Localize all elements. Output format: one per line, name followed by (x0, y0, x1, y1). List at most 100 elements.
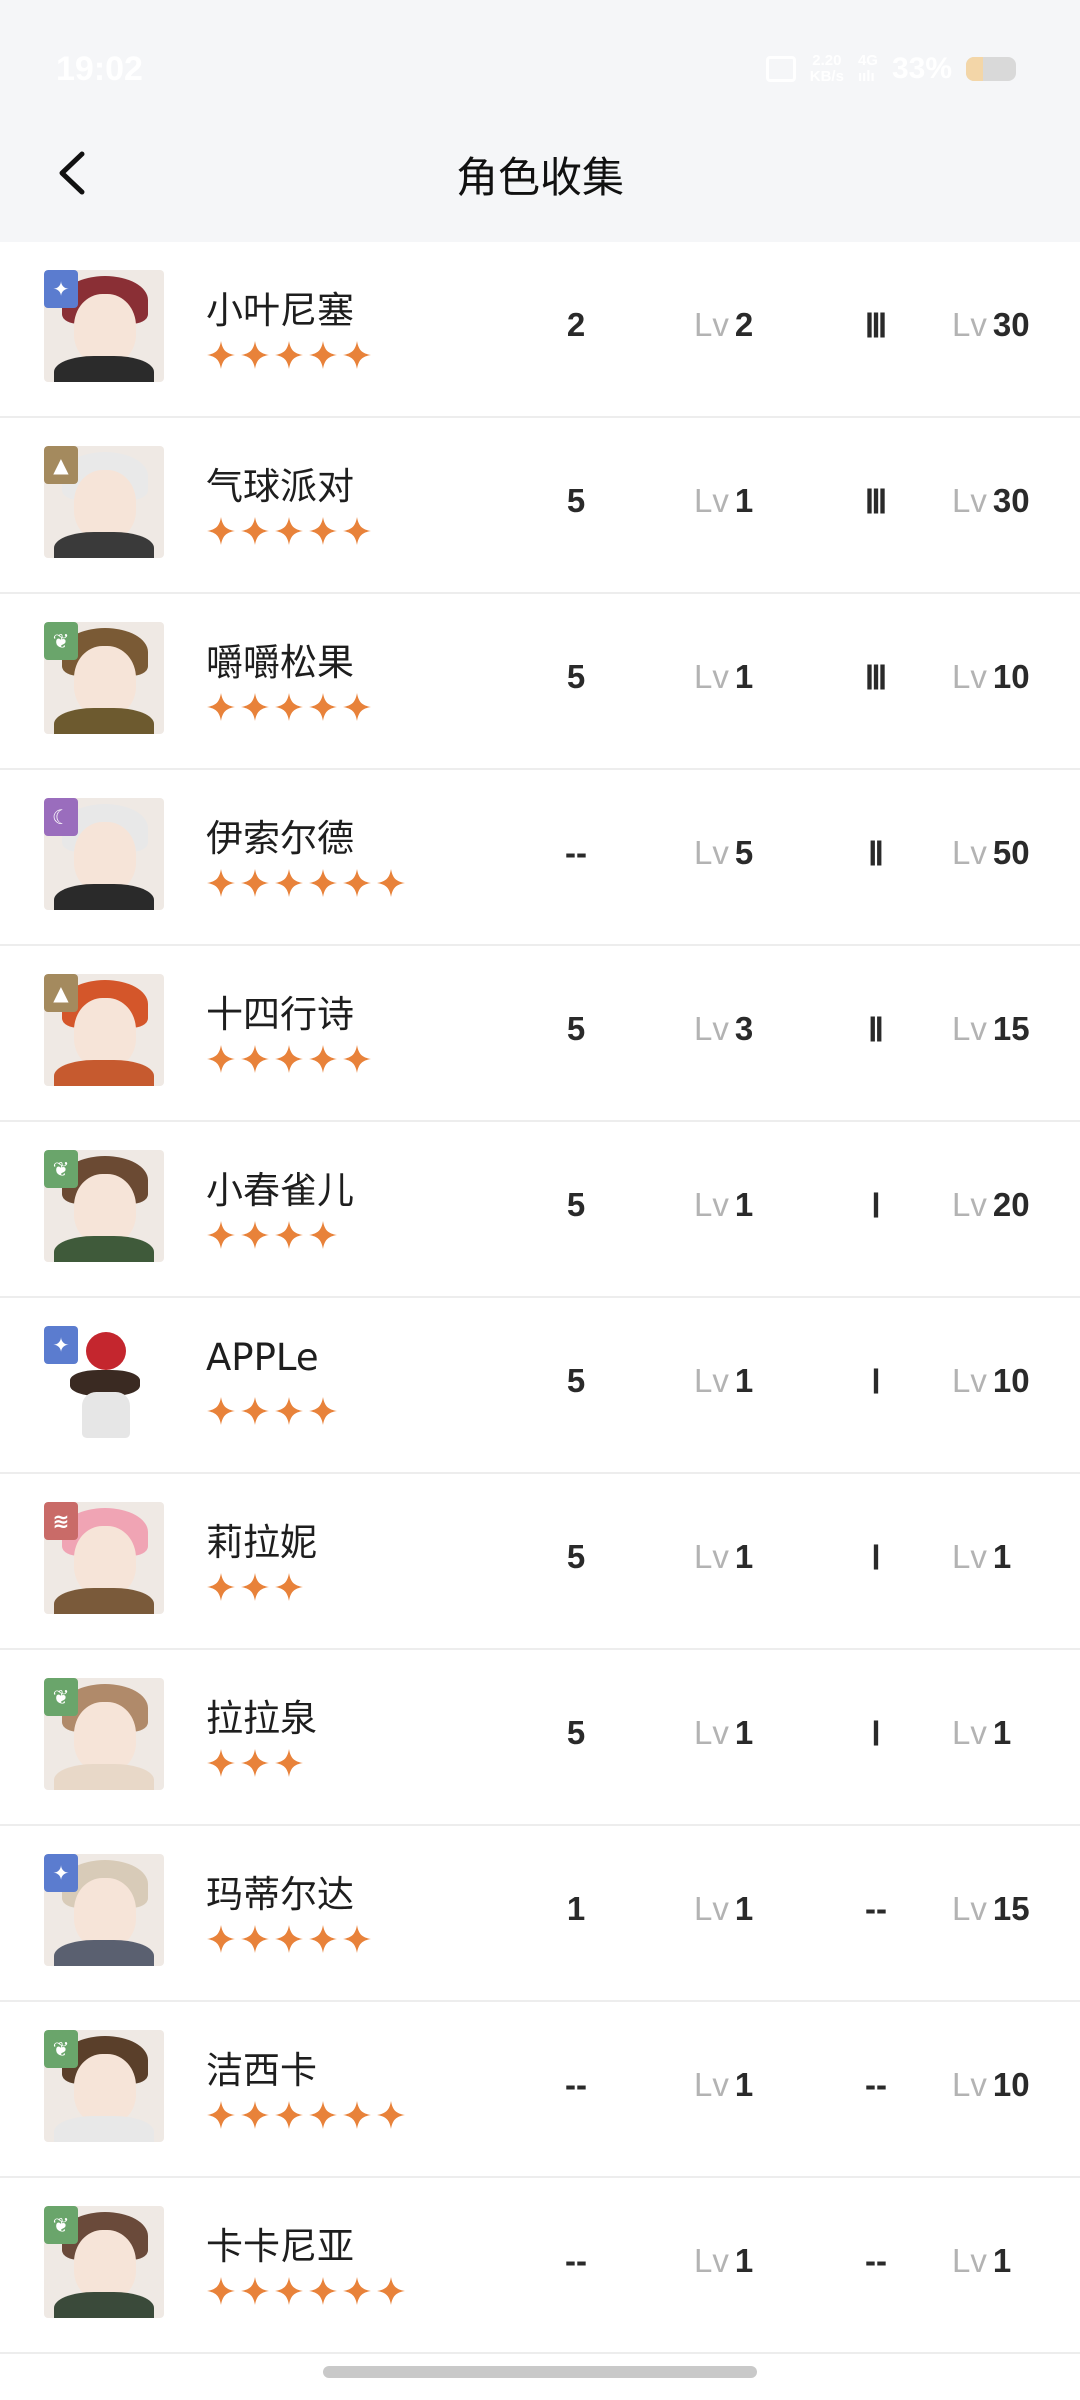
character-name: APPLe (206, 1336, 319, 1379)
outfit (54, 884, 154, 910)
character-row[interactable]: ▲ 十四行诗 5 Lv 3 Ⅱ Lv 15 (0, 946, 1080, 1122)
count-value: 5 (566, 1538, 586, 1575)
face (74, 822, 136, 892)
face (74, 1526, 136, 1596)
avatar[interactable]: ❦ (44, 2030, 164, 2142)
lv-prefix: Lv (952, 306, 987, 343)
avatar[interactable]: ❦ (44, 1678, 164, 1790)
level-1-value: 2 (734, 306, 754, 343)
rank-value: Ⅰ (871, 1187, 881, 1224)
avatar[interactable]: ❦ (44, 2206, 164, 2318)
character-row[interactable]: ✦ 小叶尼塞 2 Lv 2 Ⅲ Lv 30 (0, 242, 1080, 418)
rarity-stars (206, 1396, 338, 1426)
rarity-star-icon (240, 868, 270, 898)
star-element-icon: ✦ (44, 1326, 78, 1364)
rank-value: Ⅱ (867, 835, 885, 872)
rarity-star-icon (308, 1396, 338, 1426)
level-2-value: 15 (992, 1890, 1030, 1927)
lv-prefix: Lv (694, 1186, 729, 1223)
level-1-value: 1 (734, 2066, 754, 2103)
level-2: Lv 1 (952, 1538, 1011, 1576)
character-row[interactable]: ❦ 小春雀儿 5 Lv 1 Ⅰ Lv 20 (0, 1122, 1080, 1298)
level-2-value: 10 (992, 658, 1030, 695)
signal-label: 4G (857, 52, 878, 69)
rarity-star-icon (274, 1044, 304, 1074)
character-row[interactable]: ❦ 卡卡尼亚 -- Lv 1 -- Lv 1 (0, 2178, 1080, 2354)
rarity-star-icon (274, 1748, 304, 1778)
nav-bar: 角色收集 (0, 128, 1080, 218)
avatar[interactable]: ✦ (44, 1854, 164, 1966)
rarity-star-icon (308, 1220, 338, 1250)
level-1: Lv 1 (694, 482, 753, 520)
count-value: 5 (566, 1010, 586, 1047)
level-1: Lv 1 (694, 1890, 753, 1928)
lv-prefix: Lv (694, 834, 729, 871)
avatar[interactable]: ✦ (44, 270, 164, 382)
rarity-star-icon (206, 1396, 236, 1426)
character-name: 小叶尼塞 (206, 289, 354, 332)
rarity-star-icon (206, 1924, 236, 1954)
rarity-star-icon (274, 868, 304, 898)
count-value: -- (565, 834, 587, 871)
outfit (54, 708, 154, 734)
level-1: Lv 1 (694, 1362, 753, 1400)
rarity-star-icon (342, 1924, 372, 1954)
rarity-star-icon (240, 1396, 270, 1426)
character-row[interactable]: ▲ 气球派对 5 Lv 1 Ⅲ Lv 30 (0, 418, 1080, 594)
rarity-star-icon (240, 2276, 270, 2306)
avatar[interactable]: ☾ (44, 798, 164, 910)
avatar[interactable]: ✦ (44, 1326, 164, 1438)
rarity-star-icon (240, 1924, 270, 1954)
rank-value: -- (865, 2242, 887, 2279)
level-1-value: 1 (734, 482, 754, 519)
count-value: 5 (566, 658, 586, 695)
home-indicator[interactable] (323, 2366, 757, 2378)
rarity-stars (206, 340, 372, 370)
rarity-star-icon (206, 1220, 236, 1250)
avatar[interactable]: ▲ (44, 974, 164, 1086)
character-name: 嚼嚼松果 (206, 641, 354, 684)
avatar[interactable]: ❦ (44, 622, 164, 734)
level-2: Lv 1 (952, 2242, 1011, 2280)
rarity-star-icon (308, 868, 338, 898)
level-1: Lv 1 (694, 1714, 753, 1752)
rarity-stars (206, 2276, 406, 2306)
lv-prefix: Lv (694, 306, 729, 343)
net-speed-value: 2.20 (812, 52, 842, 69)
level-1-value: 1 (734, 1186, 754, 1223)
avatar[interactable]: ❦ (44, 1150, 164, 1262)
rarity-star-icon (342, 2100, 372, 2130)
level-2: Lv 30 (952, 482, 1030, 520)
character-row[interactable]: ☾ 伊索尔德 -- Lv 5 Ⅱ Lv 50 (0, 770, 1080, 946)
face (74, 2054, 136, 2124)
rarity-stars (206, 1220, 338, 1250)
rank-value: Ⅰ (871, 1715, 881, 1752)
level-1-value: 1 (734, 1538, 754, 1575)
character-row[interactable]: ✦ 玛蒂尔达 1 Lv 1 -- Lv 15 (0, 1826, 1080, 2002)
plant-element-icon: ❦ (44, 2030, 78, 2068)
level-2-value: 1 (992, 1714, 1012, 1751)
face (74, 470, 136, 540)
level-1: Lv 1 (694, 1538, 753, 1576)
rock-element-icon: ▲ (44, 974, 78, 1012)
avatar[interactable]: ≋ (44, 1502, 164, 1614)
lv-prefix: Lv (952, 1186, 987, 1223)
level-2: Lv 20 (952, 1186, 1030, 1224)
rarity-star-icon (342, 868, 372, 898)
level-1: Lv 5 (694, 834, 753, 872)
character-row[interactable]: ❦ 嚼嚼松果 5 Lv 1 Ⅲ Lv 10 (0, 594, 1080, 770)
rarity-star-icon (240, 1572, 270, 1602)
character-row[interactable]: ❦ 拉拉泉 5 Lv 1 Ⅰ Lv 1 (0, 1650, 1080, 1826)
rarity-star-icon (342, 692, 372, 722)
rarity-star-icon (206, 1044, 236, 1074)
character-row[interactable]: ❦ 洁西卡 -- Lv 1 -- Lv 10 (0, 2002, 1080, 2178)
character-row[interactable]: ✦ APPLe 5 Lv 1 Ⅰ Lv 10 (0, 1298, 1080, 1474)
rarity-star-icon (206, 2276, 236, 2306)
rarity-stars (206, 1924, 372, 1954)
rarity-star-icon (206, 1572, 236, 1602)
rarity-star-icon (308, 2100, 338, 2130)
lv-prefix: Lv (952, 834, 987, 871)
character-row[interactable]: ≋ 莉拉妮 5 Lv 1 Ⅰ Lv 1 (0, 1474, 1080, 1650)
avatar[interactable]: ▲ (44, 446, 164, 558)
rock-element-icon: ▲ (44, 446, 78, 484)
